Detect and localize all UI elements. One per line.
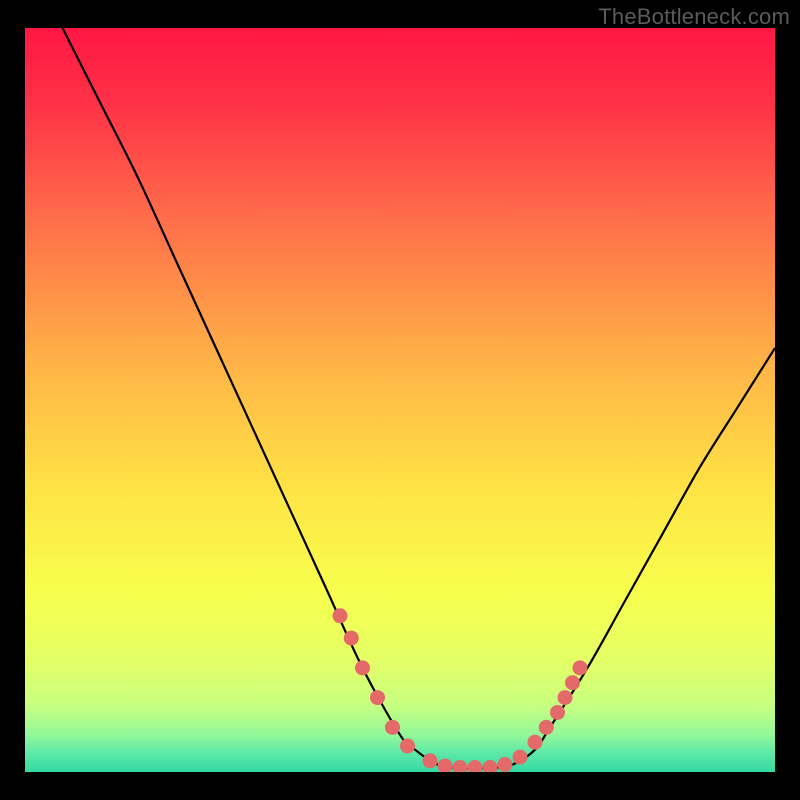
data-point	[513, 750, 528, 765]
data-point	[539, 720, 554, 735]
chart-canvas: TheBottleneck.com	[0, 0, 800, 800]
gradient-background	[25, 28, 775, 772]
data-point	[370, 690, 385, 705]
data-point	[528, 735, 543, 750]
data-point	[344, 631, 359, 646]
data-point	[385, 720, 400, 735]
chart-svg	[25, 28, 775, 772]
plot-area	[25, 28, 775, 772]
data-point	[355, 660, 370, 675]
data-point	[550, 705, 565, 720]
data-point	[573, 660, 588, 675]
data-point	[423, 753, 438, 768]
data-point	[400, 738, 415, 753]
data-point	[565, 675, 580, 690]
data-point	[498, 757, 513, 772]
data-point	[558, 690, 573, 705]
data-point	[333, 608, 348, 623]
watermark-text: TheBottleneck.com	[598, 4, 790, 30]
